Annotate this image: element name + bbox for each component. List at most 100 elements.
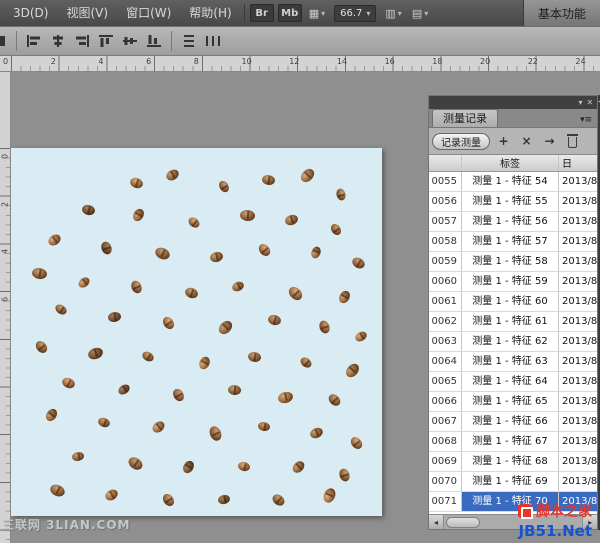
row-label: 测量 1 - 特征 64 (462, 372, 559, 391)
align-horizontal-centers-icon[interactable] (47, 31, 69, 51)
row-id: 0059 (429, 252, 462, 271)
collapse-panel-icon[interactable]: ▾ (578, 98, 582, 107)
seed-object (326, 392, 342, 408)
ruler-number: 2 (1, 199, 10, 209)
delete-measurements-icon[interactable]: × (517, 133, 536, 150)
table-row[interactable]: 0055测量 1 - 特征 542013/8 (429, 172, 597, 192)
cropped-tool-icon[interactable] (0, 31, 10, 51)
horizontal-ruler[interactable]: 024681012141618202224 (0, 56, 600, 72)
launch-mini-bridge-button[interactable]: Mb (278, 4, 302, 22)
align-bottom-edges-icon[interactable] (143, 31, 165, 51)
document-canvas[interactable] (11, 148, 382, 516)
seed-object (348, 435, 364, 451)
table-row[interactable]: 0059测量 1 - 特征 582013/8 (429, 252, 597, 272)
row-label: 测量 1 - 特征 59 (462, 272, 559, 291)
row-date: 2013/8 (559, 472, 597, 491)
align-left-edges-icon[interactable] (23, 31, 45, 51)
trash-icon[interactable] (563, 133, 582, 150)
header-label-column[interactable]: 标签 (462, 155, 559, 171)
table-header: 标签 日 (429, 155, 597, 172)
table-row[interactable]: 0070测量 1 - 特征 692013/8 (429, 472, 597, 492)
seed-object (217, 494, 231, 506)
row-date: 2013/8 (559, 252, 597, 271)
row-date: 2013/8 (559, 352, 597, 371)
ruler-number: 0 (3, 57, 8, 66)
seed-object (44, 407, 60, 423)
distribute-vertical-centers-icon[interactable] (178, 31, 200, 51)
row-id: 0071 (429, 492, 462, 511)
seed-object (321, 486, 337, 504)
table-row[interactable]: 0065测量 1 - 特征 642013/8 (429, 372, 597, 392)
table-row[interactable]: 0069测量 1 - 特征 682013/8 (429, 452, 597, 472)
distribute-horizontal-centers-icon[interactable] (202, 31, 224, 51)
row-id: 0057 (429, 212, 462, 231)
menu-view[interactable]: 视图(V) (57, 0, 117, 26)
row-label: 测量 1 - 特征 58 (462, 252, 559, 271)
seed-object (257, 421, 270, 432)
table-row[interactable]: 0066测量 1 - 特征 652013/8 (429, 392, 597, 412)
select-measurements-icon[interactable]: + (494, 133, 513, 150)
zoom-level-control[interactable]: 66.7▾ (334, 5, 376, 22)
export-measurements-icon[interactable]: → (540, 133, 559, 150)
workspace-switcher[interactable]: 基本功能 (523, 0, 600, 26)
options-separator (171, 31, 172, 51)
table-row[interactable]: 0056测量 1 - 特征 552013/8 (429, 192, 597, 212)
seed-object (286, 284, 304, 302)
seed-object (216, 318, 234, 336)
row-id: 0066 (429, 392, 462, 411)
menu-3d[interactable]: 3D(D) (4, 0, 57, 26)
table-row[interactable]: 0068测量 1 - 特征 672013/8 (429, 432, 597, 452)
seed-object (77, 275, 92, 290)
ruler-number: 24 (575, 57, 585, 66)
menu-window[interactable]: 窗口(W) (117, 0, 180, 26)
panel-controls: 记录测量 + × → (429, 128, 597, 154)
seed-object (318, 319, 332, 335)
table-row[interactable]: 0061测量 1 - 特征 602013/8 (429, 292, 597, 312)
table-row[interactable]: 0064测量 1 - 特征 632013/8 (429, 352, 597, 372)
view-extras-dropdown[interactable]: ▦▾ (304, 7, 330, 20)
seed-object (141, 350, 156, 364)
header-number-column[interactable] (429, 155, 462, 171)
panel-menu-icon[interactable]: ▾≡ (580, 115, 597, 127)
align-vertical-centers-icon[interactable] (119, 31, 141, 51)
tab-measurement-log[interactable]: 测量记录 (432, 109, 498, 127)
menu-help[interactable]: 帮助(H) (180, 0, 240, 26)
watermark-3lian: 三联网 3LIAN.COM (2, 516, 130, 533)
seed-object (54, 302, 69, 316)
align-right-edges-icon[interactable] (71, 31, 93, 51)
table-row[interactable]: 0057测量 1 - 特征 562013/8 (429, 212, 597, 232)
align-top-edges-icon[interactable] (95, 31, 117, 51)
row-id: 0058 (429, 232, 462, 251)
arrange-documents-icon: ▥ (385, 7, 395, 20)
row-date: 2013/8 (559, 192, 597, 211)
table-row[interactable]: 0062测量 1 - 特征 612013/8 (429, 312, 597, 332)
row-label: 测量 1 - 特征 56 (462, 212, 559, 231)
header-date-column[interactable]: 日 (559, 155, 597, 171)
options-separator (16, 31, 17, 51)
table-row[interactable]: 0063测量 1 - 特征 622013/8 (429, 332, 597, 352)
table-row[interactable]: 0060测量 1 - 特征 592013/8 (429, 272, 597, 292)
row-id: 0064 (429, 352, 462, 371)
row-id: 0065 (429, 372, 462, 391)
scrollbar-thumb[interactable] (446, 517, 480, 528)
watermark-site-row: 脚本之家 (518, 501, 592, 521)
panel-tab-bar: 测量记录 ▾≡ (429, 109, 597, 128)
table-row[interactable]: 0067测量 1 - 特征 662013/8 (429, 412, 597, 432)
vertical-ruler[interactable]: 0246 (0, 72, 11, 543)
seed-object (217, 179, 231, 194)
watermark-site-url: JB51.Net (518, 522, 592, 540)
row-label: 测量 1 - 特征 60 (462, 292, 559, 311)
ruler-number: 4 (1, 247, 10, 257)
seed-object (126, 455, 145, 473)
seed-object (343, 361, 361, 380)
launch-bridge-button[interactable]: Br (250, 4, 274, 22)
record-measurements-button[interactable]: 记录测量 (432, 133, 490, 150)
screen-mode-dropdown[interactable]: ▤▾ (407, 7, 433, 20)
row-label: 测量 1 - 特征 61 (462, 312, 559, 331)
arrange-documents-dropdown[interactable]: ▥▾ (380, 7, 406, 20)
table-row[interactable]: 0058测量 1 - 特征 572013/8 (429, 232, 597, 252)
close-panel-icon[interactable]: ✕ (586, 98, 593, 107)
seed-object (129, 279, 144, 295)
scroll-left-icon[interactable]: ◂ (429, 515, 444, 529)
seed-object (337, 289, 352, 305)
